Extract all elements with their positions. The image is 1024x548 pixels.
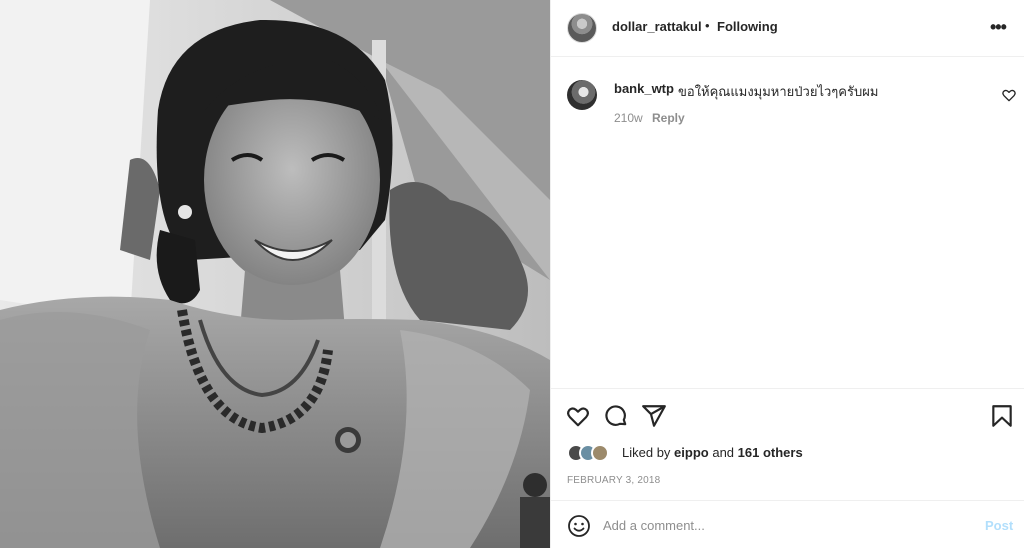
likes-summary[interactable]: Liked by eippo and 161 others: [567, 442, 1007, 464]
bookmark-icon[interactable]: [989, 403, 1015, 429]
more-options-icon[interactable]: •••: [990, 18, 1007, 36]
author-username[interactable]: dollar_rattakul: [612, 19, 702, 34]
add-comment-bar: Post: [551, 500, 1024, 548]
post-comment-button[interactable]: Post: [985, 518, 1013, 533]
comment-like-icon[interactable]: [1001, 87, 1017, 103]
add-comment-input[interactable]: [603, 515, 963, 535]
liker-avatar: [591, 444, 609, 462]
post-details-panel: dollar_rattakul • Following ••• bank_wtp…: [550, 0, 1024, 548]
heart-icon[interactable]: [565, 403, 591, 429]
likes-joiner: and: [712, 445, 735, 460]
comment-item: bank_wtp ขอให้คุณแมงมุมหายป่วยไวๆครับผม …: [567, 78, 1017, 138]
post-photo[interactable]: [0, 0, 550, 548]
likes-others[interactable]: 161 others: [738, 445, 803, 460]
comment-icon[interactable]: [603, 403, 629, 429]
likes-text: Liked by eippo and 161 others: [622, 445, 803, 460]
author-avatar[interactable]: [567, 13, 597, 43]
comment-timestamp: 210w: [614, 111, 643, 125]
likes-prefix: Liked by: [622, 445, 671, 460]
comment-text: ขอให้คุณแมงมุมหายป่วยไวๆครับผม: [678, 84, 879, 99]
following-button[interactable]: Following: [717, 19, 778, 34]
send-icon[interactable]: [641, 403, 667, 429]
liker-username[interactable]: eippo: [674, 445, 709, 460]
header-separator: •: [705, 18, 710, 33]
emoji-icon[interactable]: [567, 514, 591, 538]
post-header: dollar_rattakul • Following •••: [551, 0, 1024, 57]
post-actions: Liked by eippo and 161 others FEBRUARY 3…: [551, 388, 1024, 500]
post-image: [0, 0, 550, 548]
commenter-avatar[interactable]: [567, 80, 597, 110]
post-date[interactable]: FEBRUARY 3, 2018: [567, 475, 660, 486]
commenter-username[interactable]: bank_wtp: [614, 81, 674, 96]
reply-button[interactable]: Reply: [652, 111, 685, 125]
